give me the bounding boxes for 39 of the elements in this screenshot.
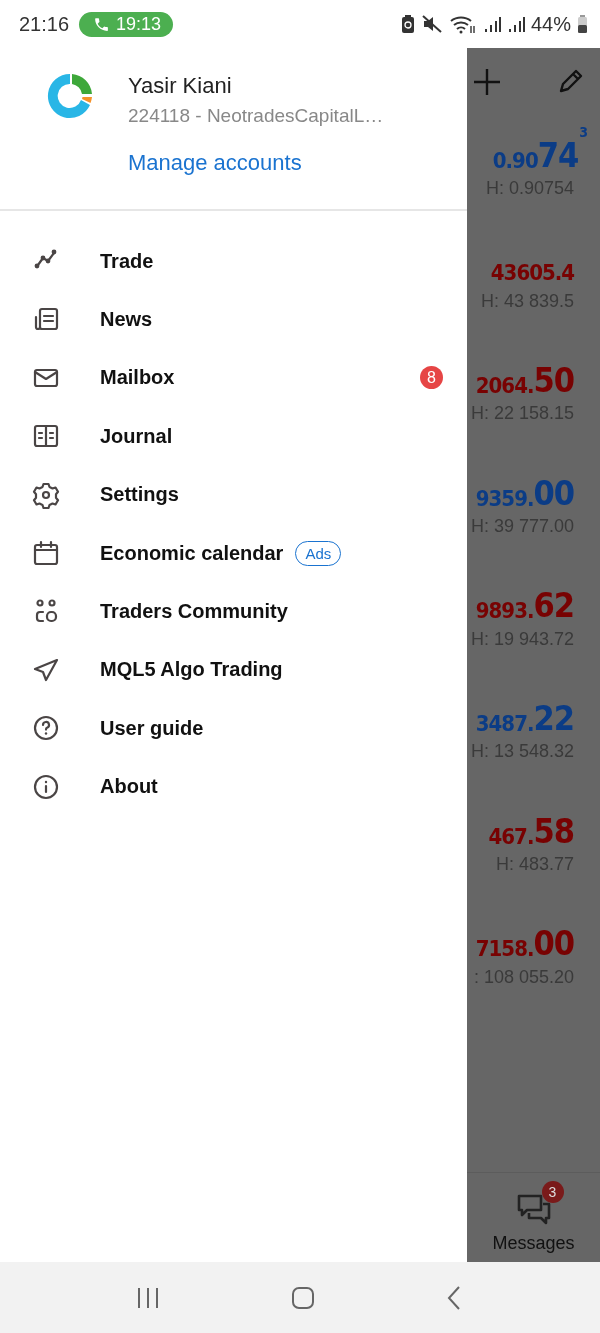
menu-item[interactable]: Economic calendar Ads: [0, 523, 467, 583]
app-logo-icon: [46, 72, 94, 120]
signal-icon: [482, 14, 501, 34]
phone-icon: [93, 15, 111, 33]
add-icon[interactable]: [471, 66, 503, 98]
help-icon: [32, 714, 60, 743]
mute-icon: [420, 14, 443, 34]
home-icon[interactable]: [290, 1284, 316, 1311]
quote-price: 7158.00: [474, 922, 574, 963]
menu-item[interactable]: News: [0, 290, 467, 349]
count-badge: 3: [541, 1181, 564, 1203]
quote-price: 467.58: [487, 809, 574, 851]
quote-price: 9893.62: [474, 584, 574, 625]
menu-item[interactable]: Settings: [0, 465, 467, 524]
signal-icon: [506, 14, 525, 34]
menu-item[interactable]: Journal: [0, 407, 467, 466]
quote-price: 43605.4: [489, 259, 574, 287]
battery-saver-icon: [400, 14, 415, 34]
count-badge: 8: [420, 366, 443, 390]
quote-price: 3487.22: [474, 697, 574, 738]
info-icon: [32, 772, 60, 801]
menu-item[interactable]: MQL5 Algo Trading: [0, 640, 467, 700]
quote-price: 9359.00: [474, 471, 574, 513]
menu-item[interactable]: Traders Community: [0, 582, 467, 641]
battery-percent: 44%: [530, 12, 571, 36]
quote-price: 2064.50: [474, 359, 574, 400]
menu-item[interactable]: User guide: [0, 699, 467, 758]
account-details: 224118 - NeotradesCapitalL…: [128, 105, 384, 127]
menu-item[interactable]: Trade: [0, 232, 467, 291]
wifi-icon: [448, 14, 477, 34]
account-name: Yasir Kiani: [128, 73, 233, 99]
quote-price: 0.9074 $^{3}$: [491, 124, 588, 174]
menu-item[interactable]: Mailbox 8: [0, 348, 467, 408]
calendar-icon: [32, 539, 60, 568]
manage-accounts-link[interactable]: Manage accounts: [128, 150, 302, 176]
battery-icon: [577, 14, 588, 34]
clock-time: 21:16: [19, 12, 70, 36]
settings-icon: [32, 480, 60, 509]
menu-item[interactable]: About: [0, 757, 467, 816]
